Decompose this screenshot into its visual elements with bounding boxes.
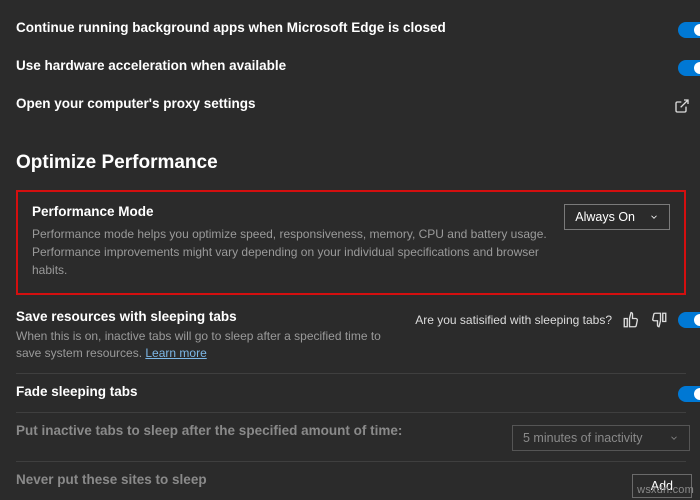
external-link-icon [674,98,690,114]
setting-proxy[interactable]: Open your computer's proxy settings [16,86,692,124]
thumbs-down-icon[interactable] [650,311,668,329]
chevron-down-icon [649,212,659,222]
setting-bg-apps: Continue running background apps when Mi… [16,10,692,48]
sleeping-tabs-title: Save resources with sleeping tabs [16,309,405,324]
toggle-sleeping-tabs[interactable] [678,312,700,328]
performance-mode-card: Performance Mode Performance mode helps … [16,190,686,295]
setting-fade-tabs: Fade sleeping tabs [16,374,692,412]
toggle-hw-accel[interactable] [678,60,700,76]
chevron-down-icon [669,433,679,443]
performance-mode-desc: Performance mode helps you optimize spee… [32,225,552,279]
toggle-bg-apps[interactable] [678,22,700,38]
setting-label: Use hardware acceleration when available [16,58,668,73]
sleep-timeout-dropdown[interactable]: 5 minutes of inactivity [512,425,690,451]
feedback-question: Are you satisified with sleeping tabs? [415,313,612,327]
watermark-text: wsxdn.com [637,484,694,496]
thumbs-up-icon[interactable] [622,311,640,329]
never-sleep-title: Never put these sites to sleep [16,472,622,487]
sleeping-tabs-desc: When this is on, inactive tabs will go t… [16,328,405,363]
performance-mode-dropdown[interactable]: Always On [564,204,670,230]
dropdown-value: 5 minutes of inactivity [523,431,643,445]
dropdown-value: Always On [575,210,635,224]
setting-sleep-timeout: Put inactive tabs to sleep after the spe… [16,413,692,461]
setting-label: Open your computer's proxy settings [16,96,664,111]
fade-tabs-title: Fade sleeping tabs [16,384,668,399]
learn-more-link[interactable]: Learn more [145,346,206,360]
sleep-timeout-title: Put inactive tabs to sleep after the spe… [16,423,502,438]
toggle-fade-tabs[interactable] [678,386,700,402]
setting-never-sleep: Never put these sites to sleep Add [16,462,692,498]
setting-label: Continue running background apps when Mi… [16,20,668,35]
section-header-optimize: Optimize Performance [16,152,692,174]
setting-hw-accel: Use hardware acceleration when available [16,48,692,86]
performance-mode-title: Performance Mode [32,204,552,219]
setting-sleeping-tabs: Save resources with sleeping tabs When t… [16,299,692,373]
